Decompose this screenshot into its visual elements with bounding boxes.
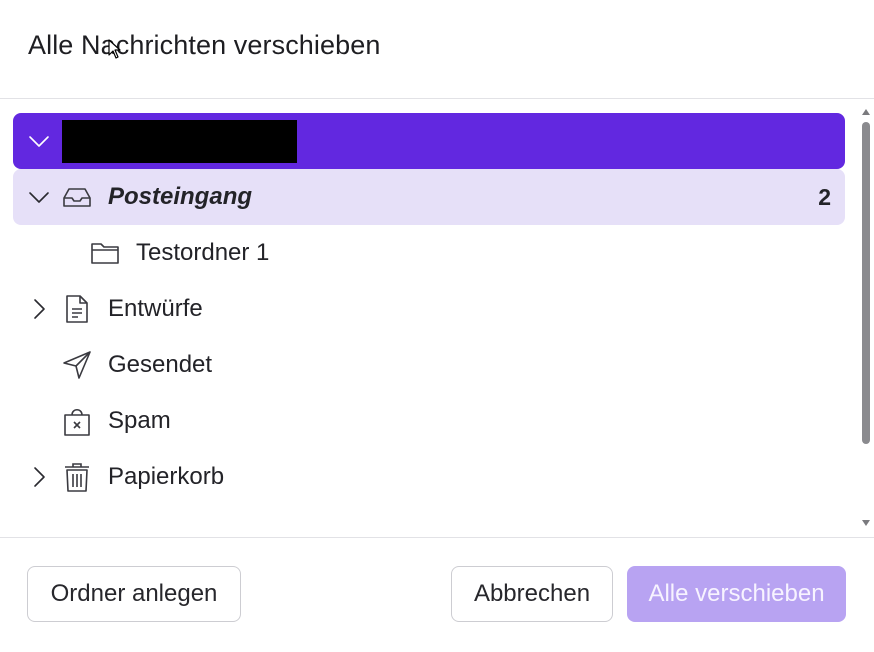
move-all-button[interactable]: Alle verschieben (627, 566, 846, 622)
tree-item-sent[interactable]: Gesendet (13, 337, 845, 393)
dialog-title: Alle Nachrichten verschieben (28, 30, 381, 60)
tree-item-label: Spam (108, 407, 171, 434)
folder-tree: Posteingang 2 Testordner 1 Entwürfe Gese… (13, 113, 845, 505)
scroll-up-arrow-icon[interactable] (862, 109, 870, 115)
sent-icon (63, 351, 91, 379)
create-folder-button[interactable]: Ordner anlegen (27, 566, 241, 622)
spam-icon (64, 408, 90, 436)
tree-scrollbar[interactable] (860, 106, 874, 530)
drafts-icon (66, 295, 88, 323)
tree-item-label: Posteingang (108, 183, 253, 210)
scrollbar-thumb[interactable] (862, 122, 870, 444)
footer-divider (0, 537, 874, 538)
tree-item-inbox[interactable]: Posteingang 2 (13, 169, 845, 225)
chevron-right-icon[interactable] (27, 465, 51, 489)
tree-item-label: Testordner 1 (136, 239, 270, 266)
chevron-down-icon[interactable] (27, 185, 51, 209)
scroll-down-arrow-icon[interactable] (862, 520, 870, 526)
inbox-icon (63, 188, 91, 207)
tree-item-drafts[interactable]: Entwürfe (13, 281, 845, 337)
header-divider (0, 98, 874, 99)
move-all-messages-dialog: Alle Nachrichten verschieben Posteingang… (0, 0, 874, 652)
folder-icon (91, 243, 119, 264)
tree-item-label: Gesendet (108, 351, 213, 378)
tree-account-row[interactable] (13, 113, 845, 169)
account-name-redacted (62, 120, 297, 163)
tree-item-testordner[interactable]: Testordner 1 (13, 225, 845, 281)
mouse-cursor-icon (108, 39, 121, 59)
trash-icon (65, 463, 89, 492)
chevron-down-icon[interactable] (27, 129, 51, 153)
cancel-button[interactable]: Abbrechen (451, 566, 613, 622)
tree-item-label: Papierkorb (108, 463, 225, 490)
tree-item-spam[interactable]: Spam (13, 393, 845, 449)
tree-item-label: Entwürfe (108, 295, 203, 322)
chevron-right-icon[interactable] (27, 297, 51, 321)
tree-item-trash[interactable]: Papierkorb (13, 449, 845, 505)
unread-count-badge: 2 (818, 184, 831, 210)
